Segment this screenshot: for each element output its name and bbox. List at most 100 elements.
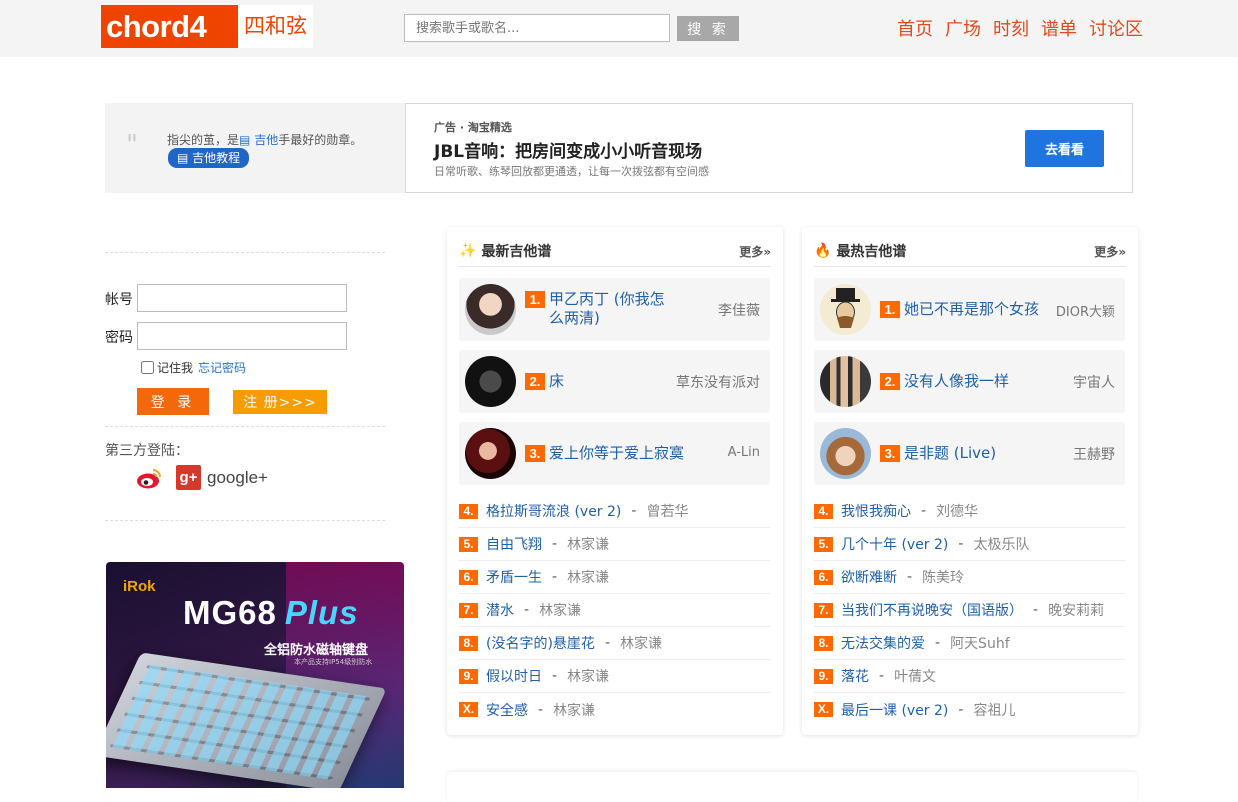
- artist-name[interactable]: 晚安莉莉: [1048, 600, 1104, 620]
- song-title-link[interactable]: 欲断难断: [841, 567, 897, 587]
- remember-checkbox[interactable]: [141, 361, 154, 374]
- list-item[interactable]: 7. 当我们不再说晚安（国语版） - 晚安莉莉: [814, 594, 1125, 627]
- artist-name[interactable]: 阿天Suhf: [950, 633, 1010, 653]
- artist-name[interactable]: 刘德华: [936, 501, 978, 521]
- song-title-link[interactable]: 床: [549, 372, 564, 391]
- song-title-link[interactable]: 假以时日: [486, 666, 542, 686]
- artist-name[interactable]: 王赫野: [1073, 444, 1115, 464]
- search-button[interactable]: 搜 索: [677, 16, 739, 41]
- artist-name[interactable]: A-Lin: [728, 445, 760, 460]
- song-title-link[interactable]: (没名字的)悬崖花: [486, 633, 595, 653]
- list-item[interactable]: 8. 无法交集的爱 - 阿天Suhf: [814, 627, 1125, 660]
- artist-name[interactable]: DIOR大颖: [1056, 301, 1115, 320]
- artist-name[interactable]: 太极乐队: [973, 534, 1029, 554]
- slogan-link[interactable]: ▤ 吉他: [239, 133, 278, 147]
- song-title-link[interactable]: 落花: [841, 666, 869, 686]
- list-item[interactable]: X. 安全感 - 林家谦: [459, 693, 770, 726]
- forgot-password-link[interactable]: 忘记密码: [198, 359, 246, 376]
- song-title-link[interactable]: 安全感: [486, 700, 528, 720]
- artist-name[interactable]: 林家谦: [553, 700, 595, 720]
- nav-home[interactable]: 首页: [897, 15, 933, 41]
- hottest-more-link[interactable]: 更多»: [1094, 243, 1126, 260]
- artist-name[interactable]: 林家谦: [620, 633, 662, 653]
- login-button[interactable]: 登 录: [137, 388, 209, 415]
- top-song-card[interactable]: 2. 床 草东没有派对: [459, 350, 770, 413]
- top-song-card[interactable]: 1. 她已不再是那个女孩 DIOR大颖: [814, 278, 1125, 341]
- avatar: [465, 428, 516, 479]
- nav-playlists[interactable]: 谱单: [1041, 15, 1077, 41]
- keyboard-ad[interactable]: iRok MG68 Plus 全铝防水磁轴键盘 本产品支持IP54级别防水: [106, 562, 404, 788]
- list-item[interactable]: 4. 我恨我痴心 - 刘德华: [814, 495, 1125, 528]
- list-item[interactable]: 9. 落花 - 叶蒨文: [814, 660, 1125, 693]
- ad-box[interactable]: 广告 · 淘宝精选 JBL音响：把房间变成小小听音现场 日常听歌、练琴回放都更通…: [405, 103, 1133, 193]
- google-plus-icon[interactable]: g+: [176, 465, 201, 490]
- song-title-link[interactable]: 自由飞翔: [486, 534, 542, 554]
- artist-name[interactable]: 宇宙人: [1073, 372, 1115, 392]
- song-title-link[interactable]: 爱上你等于爱上寂寞: [549, 444, 684, 463]
- rank-badge: 1.: [880, 301, 900, 318]
- song-title-link[interactable]: 是非题 (Live): [904, 444, 996, 463]
- song-title-link[interactable]: 我恨我痴心: [841, 501, 911, 521]
- weibo-icon[interactable]: [136, 466, 162, 490]
- song-title-link[interactable]: 格拉斯哥流浪 (ver 2): [486, 501, 621, 521]
- slogan-link-text: 吉他: [254, 133, 279, 147]
- ad-view-button[interactable]: 去看看: [1025, 130, 1104, 167]
- song-title-link[interactable]: 甲乙丙丁 (你我怎么两清): [549, 290, 669, 328]
- account-input[interactable]: [137, 284, 347, 312]
- top-song-card[interactable]: 1. 甲乙丙丁 (你我怎么两清) 李佳薇: [459, 278, 770, 341]
- artist-name[interactable]: 林家谦: [539, 600, 581, 620]
- list-item[interactable]: 5. 自由飞翔 - 林家谦: [459, 528, 770, 561]
- top-song-card[interactable]: 3. 是非题 (Live) 王赫野: [814, 422, 1125, 485]
- artist-name[interactable]: 草东没有派对: [676, 372, 760, 392]
- nav-square[interactable]: 广场: [945, 15, 981, 41]
- song-title-link[interactable]: 无法交集的爱: [841, 633, 925, 653]
- separator: -: [1033, 602, 1039, 618]
- song-title-link[interactable]: 最后一课 (ver 2): [841, 700, 948, 720]
- banner: " 指尖的茧，是▤ 吉他手最好的勋章。 ▤ 吉他教程 广告 · 淘宝精选 JBL…: [105, 103, 1133, 193]
- panel-header: ✨ 最新吉他谱 更多»: [459, 241, 771, 267]
- register-button[interactable]: 注 册>>>: [233, 390, 327, 414]
- nav-forum[interactable]: 讨论区: [1089, 15, 1143, 41]
- password-input[interactable]: [137, 322, 347, 350]
- latest-title: 最新吉他谱: [481, 244, 552, 260]
- guitar-tutorial-link[interactable]: ▤ 吉他教程: [168, 148, 250, 168]
- account-row: 帐号: [105, 284, 347, 312]
- artist-name[interactable]: 陈美玲: [922, 567, 964, 587]
- list-item[interactable]: 9. 假以时日 - 林家谦: [459, 660, 770, 693]
- song-title-link[interactable]: 她已不再是那个女孩: [904, 300, 1039, 319]
- list-item[interactable]: 4. 格拉斯哥流浪 (ver 2) - 曾若华: [459, 495, 770, 528]
- list-item[interactable]: X. 最后一课 (ver 2) - 容祖儿: [814, 693, 1125, 726]
- nav-moments[interactable]: 时刻: [993, 15, 1029, 41]
- password-row: 密码: [105, 322, 347, 350]
- list-item[interactable]: 6. 矛盾一生 - 林家谦: [459, 561, 770, 594]
- list-item[interactable]: 7. 潜水 - 林家谦: [459, 594, 770, 627]
- song-list: 4. 格拉斯哥流浪 (ver 2) - 曾若华 5. 自由飞翔 - 林家谦 6. 矛盾一生 - 林…: [459, 495, 770, 726]
- avatar: [820, 356, 871, 407]
- ad-product-plus: Plus: [284, 594, 359, 631]
- login-box: 帐号 密码 记住我 忘记密码 登 录 注 册>>> 第三方登陆： g+ goog…: [105, 252, 385, 521]
- artist-name[interactable]: 林家谦: [567, 534, 609, 554]
- song-title-link[interactable]: 没有人像我一样: [904, 372, 1009, 391]
- site-logo[interactable]: chord4 四和弦: [101, 5, 313, 49]
- separator: -: [935, 635, 941, 651]
- artist-name[interactable]: 容祖儿: [973, 700, 1015, 720]
- list-item[interactable]: 6. 欲断难断 - 陈美玲: [814, 561, 1125, 594]
- artist-name[interactable]: 李佳薇: [718, 300, 760, 320]
- rank-badge: 6.: [814, 569, 833, 585]
- song-title-link[interactable]: 潜水: [486, 600, 514, 620]
- list-item[interactable]: 8. (没名字的)悬崖花 - 林家谦: [459, 627, 770, 660]
- google-plus-label[interactable]: google+: [207, 468, 268, 488]
- list-item[interactable]: 5. 几个十年 (ver 2) - 太极乐队: [814, 528, 1125, 561]
- song-title-link[interactable]: 当我们不再说晚安（国语版）: [841, 600, 1023, 620]
- latest-more-link[interactable]: 更多»: [739, 243, 771, 260]
- artist-name[interactable]: 林家谦: [567, 567, 609, 587]
- song-title-link[interactable]: 矛盾一生: [486, 567, 542, 587]
- top-song-card[interactable]: 2. 没有人像我一样 宇宙人: [814, 350, 1125, 413]
- quote-icon: ": [126, 130, 138, 160]
- search-input[interactable]: [404, 14, 670, 42]
- artist-name[interactable]: 曾若华: [646, 501, 688, 521]
- top-song-card[interactable]: 3. 爱上你等于爱上寂寞 A-Lin: [459, 422, 770, 485]
- artist-name[interactable]: 林家谦: [567, 666, 609, 686]
- artist-name[interactable]: 叶蒨文: [894, 666, 936, 686]
- song-title-link[interactable]: 几个十年 (ver 2): [841, 534, 948, 554]
